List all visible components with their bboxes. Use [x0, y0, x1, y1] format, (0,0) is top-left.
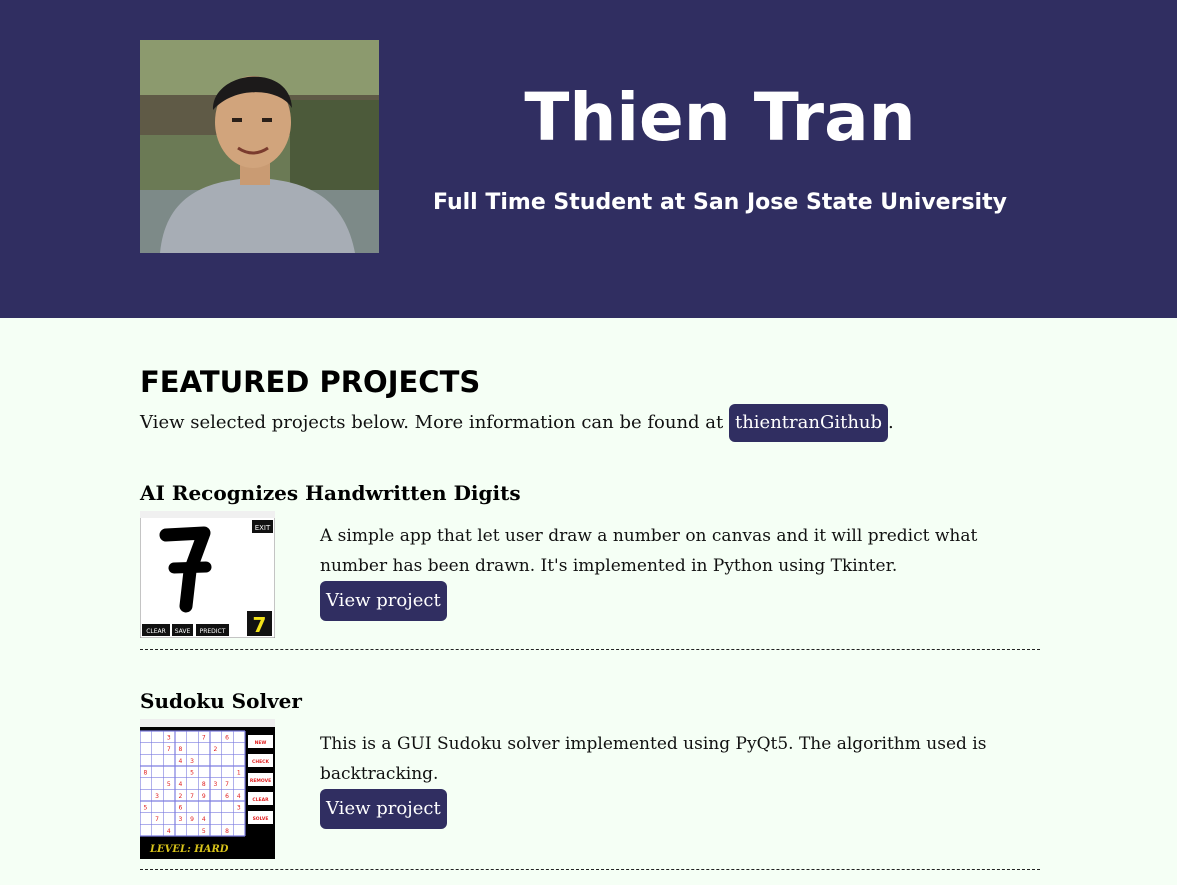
svg-text:3: 3 [237, 805, 241, 812]
profile-photo-image [140, 40, 379, 253]
thumb-prediction: 7 [253, 613, 267, 637]
svg-text:8: 8 [202, 781, 206, 788]
svg-text:3: 3 [214, 781, 218, 788]
svg-text:8: 8 [225, 828, 229, 835]
svg-text:3: 3 [190, 758, 194, 765]
svg-text:5: 5 [144, 805, 148, 812]
svg-text:5: 5 [202, 828, 206, 835]
svg-text:6: 6 [179, 805, 183, 812]
site-header: Thien Tran Full Time Student at San Jose… [0, 0, 1177, 318]
thumb-save-label: SAVE [175, 628, 191, 635]
project-divider [140, 869, 1040, 870]
project-title: AI Recognizes Handwritten Digits [140, 481, 521, 505]
profile-photo [140, 40, 379, 253]
svg-text:2: 2 [179, 793, 183, 800]
view-project-button[interactable]: View project [320, 581, 447, 621]
intro-text: View selected projects below. More infor… [140, 412, 729, 433]
thumb-sudoku-button-label: CHECK [252, 759, 269, 765]
svg-text:4: 4 [179, 758, 183, 765]
svg-text:7: 7 [190, 793, 194, 800]
site-subtitle: Full Time Student at San Jose State Univ… [433, 190, 1007, 215]
svg-text:4: 4 [179, 781, 183, 788]
project-divider [140, 649, 1040, 650]
thumb-clear-label: CLEAR [146, 628, 166, 635]
svg-text:5: 5 [167, 781, 171, 788]
github-link[interactable]: thientranGithub [728, 404, 889, 442]
project-description: This is a GUI Sudoku solver implemented … [320, 734, 987, 784]
thumb-predict-label: PREDICT [200, 628, 226, 635]
thumb-sudoku-button-label: REMOVE [250, 778, 271, 784]
thumb-exit-label: EXIT [255, 524, 271, 532]
svg-text:7: 7 [167, 746, 171, 753]
sudoku-app-screenshot: 3 7 67 8 24 38 5 15 4 8 3 73 2 7 9 6 45 6 37 3 9 44 5 8 NEWCHEC… [140, 719, 275, 859]
project-thumbnail-digits: EXIT CLEAR SAVE PREDICT 7 [140, 511, 275, 638]
svg-text:9: 9 [202, 793, 206, 800]
svg-text:9: 9 [190, 816, 194, 823]
project-description: A simple app that let user draw a number… [320, 526, 978, 576]
svg-text:4: 4 [167, 828, 171, 835]
svg-text:7: 7 [155, 816, 159, 823]
svg-text:5: 5 [190, 770, 194, 777]
svg-text:1: 1 [237, 770, 241, 777]
svg-text:7: 7 [225, 781, 229, 788]
thumb-sudoku-button-label: NEW [255, 740, 267, 746]
svg-text:3: 3 [155, 793, 159, 800]
featured-projects-title: FEATURED PROJECTS [140, 365, 481, 399]
thumb-sudoku-button-label: CLEAR [252, 797, 269, 803]
svg-text:4: 4 [202, 816, 206, 823]
svg-text:3: 3 [179, 816, 183, 823]
thumb-sudoku-button-label: SOLVE [253, 816, 269, 822]
svg-text:6: 6 [225, 793, 229, 800]
svg-text:2: 2 [214, 746, 218, 753]
project-title: Sudoku Solver [140, 689, 302, 713]
svg-text:7: 7 [202, 735, 206, 742]
svg-text:6: 6 [225, 735, 229, 742]
featured-intro: View selected projects below. More infor… [140, 403, 894, 443]
view-project-button[interactable]: View project [320, 789, 447, 829]
site-name: Thien Tran [524, 79, 916, 156]
svg-text:8: 8 [144, 770, 148, 777]
intro-period: . [888, 412, 894, 433]
thumb-level-label: LEVEL: HARD [149, 844, 229, 855]
project-thumbnail-sudoku: 37678243851548373279645637394458 NEW CHEC… [140, 719, 275, 859]
svg-text:8: 8 [179, 746, 183, 753]
svg-text:3: 3 [167, 735, 171, 742]
svg-text:4: 4 [237, 793, 241, 800]
digits-app-screenshot: EXIT CLEAR SAVE PREDICT 7 [140, 511, 275, 638]
